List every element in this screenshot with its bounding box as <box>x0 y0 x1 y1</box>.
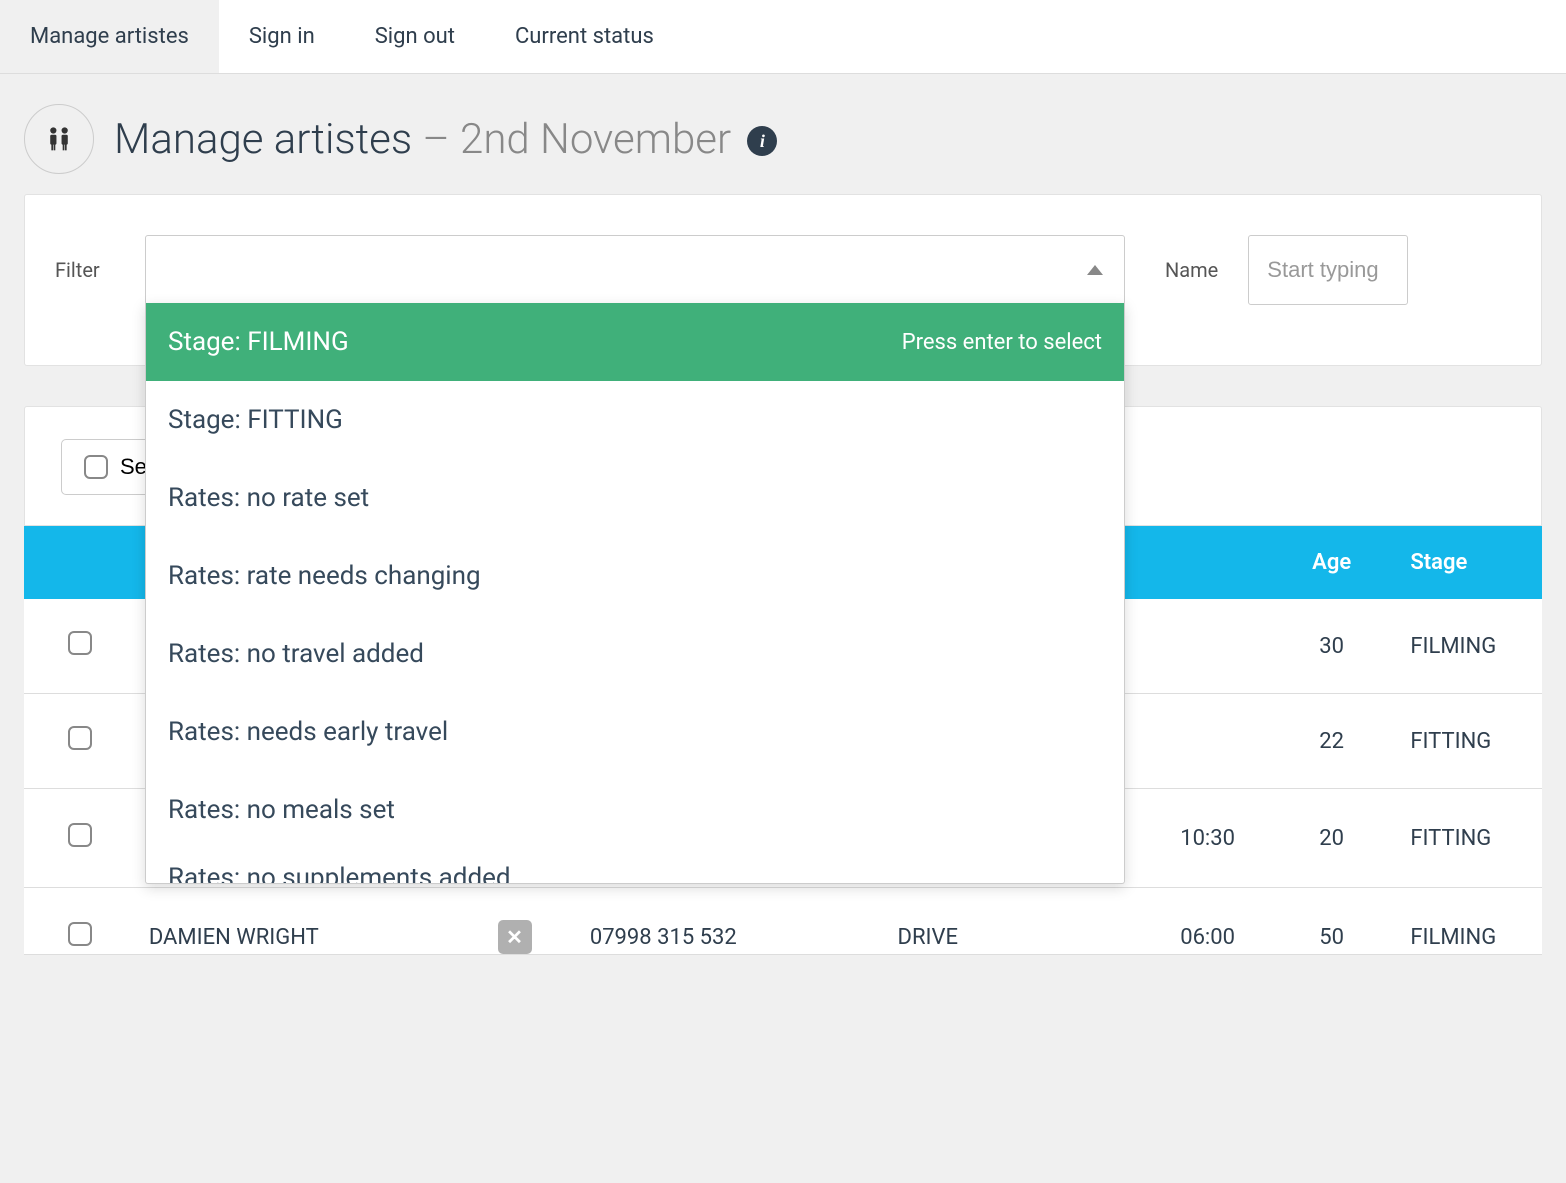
name-filter-input[interactable] <box>1248 235 1408 305</box>
close-icon[interactable]: ✕ <box>498 920 532 954</box>
filter-option-rates-no-travel[interactable]: Rates: no travel added <box>146 615 1124 693</box>
row-checkbox[interactable] <box>68 726 92 750</box>
cell-time: 06:00 <box>1111 888 1265 955</box>
filter-option-stage-fitting[interactable]: Stage: FITTING <box>146 381 1124 459</box>
tab-manage-artistes[interactable]: Manage artistes <box>0 0 219 73</box>
filter-option-label: Rates: rate needs changing <box>168 561 481 591</box>
cell-phone: 07998 315 532 <box>578 888 886 955</box>
filter-option-rates-early-travel[interactable]: Rates: needs early travel <box>146 693 1124 771</box>
cell-name: DAMIEN WRIGHT <box>137 888 486 955</box>
cell-age: 22 <box>1265 694 1398 789</box>
filter-option-rates-no-meals[interactable]: Rates: no meals set <box>146 771 1124 849</box>
cell-stage: FITTING <box>1398 789 1542 888</box>
col-header-age[interactable]: Age <box>1265 526 1398 599</box>
filter-option-label: Rates: no rate set <box>168 483 369 513</box>
col-header-check <box>24 526 137 599</box>
filter-option-rates-no-rate[interactable]: Rates: no rate set <box>146 459 1124 537</box>
name-filter-label: Name <box>1165 258 1218 282</box>
filter-option-label: Stage: FILMING <box>168 327 349 357</box>
cell-stage: FILMING <box>1398 599 1542 694</box>
info-icon[interactable]: i <box>747 126 777 156</box>
tab-bar: Manage artistes Sign in Sign out Current… <box>0 0 1566 74</box>
filter-option-rates-needs-changing[interactable]: Rates: rate needs changing <box>146 537 1124 615</box>
cell-age: 50 <box>1265 888 1398 955</box>
page-title: Manage artistes – 2nd November i <box>114 115 777 164</box>
cell-transport: DRIVE <box>886 888 1112 955</box>
tab-current-status[interactable]: Current status <box>485 0 684 73</box>
filter-select[interactable]: Stage: FILMING Press enter to select Sta… <box>145 235 1125 305</box>
col-header-blank <box>1111 526 1265 599</box>
filter-option-label: Rates: no travel added <box>168 639 424 669</box>
filter-option-label: Rates: no meals set <box>168 795 395 825</box>
filter-label: Filter <box>55 258 115 282</box>
table-row[interactable]: DAMIEN WRIGHT ✕ 07998 315 532 DRIVE 06:0… <box>24 888 1542 955</box>
checkbox-icon <box>84 455 108 479</box>
filter-dropdown[interactable]: Stage: FILMING Press enter to select Sta… <box>145 303 1125 884</box>
filter-option-rates-no-supplements[interactable]: Rates: no supplements added <box>146 849 1124 883</box>
row-checkbox[interactable] <box>68 631 92 655</box>
tab-sign-in[interactable]: Sign in <box>219 0 345 73</box>
filter-option-label: Stage: FITTING <box>168 405 343 435</box>
cell-time: 10:30 <box>1111 789 1265 888</box>
cell-stage: FILMING <box>1398 888 1542 955</box>
filter-select-hint: Press enter to select <box>902 330 1102 355</box>
cell-stage: FITTING <box>1398 694 1542 789</box>
row-checkbox[interactable] <box>68 922 92 946</box>
filter-input[interactable] <box>145 235 1125 305</box>
page-date: 2nd November <box>460 115 731 164</box>
title-separator: – <box>422 115 449 164</box>
page-title-text: Manage artistes <box>114 115 412 164</box>
filter-card: Filter Stage: FILMING Press enter to sel… <box>24 194 1542 366</box>
filter-option-label: Rates: no supplements added <box>168 863 511 883</box>
row-checkbox[interactable] <box>68 823 92 847</box>
caret-up-icon <box>1087 265 1103 275</box>
col-header-stage[interactable]: Stage <box>1398 526 1542 599</box>
cell-age: 30 <box>1265 599 1398 694</box>
filter-option-label: Rates: needs early travel <box>168 717 448 747</box>
tab-sign-out[interactable]: Sign out <box>345 0 485 73</box>
filter-option-stage-filming[interactable]: Stage: FILMING Press enter to select <box>146 303 1124 381</box>
people-icon <box>24 104 94 174</box>
cell-age: 20 <box>1265 789 1398 888</box>
page-header: Manage artistes – 2nd November i <box>0 74 1566 194</box>
